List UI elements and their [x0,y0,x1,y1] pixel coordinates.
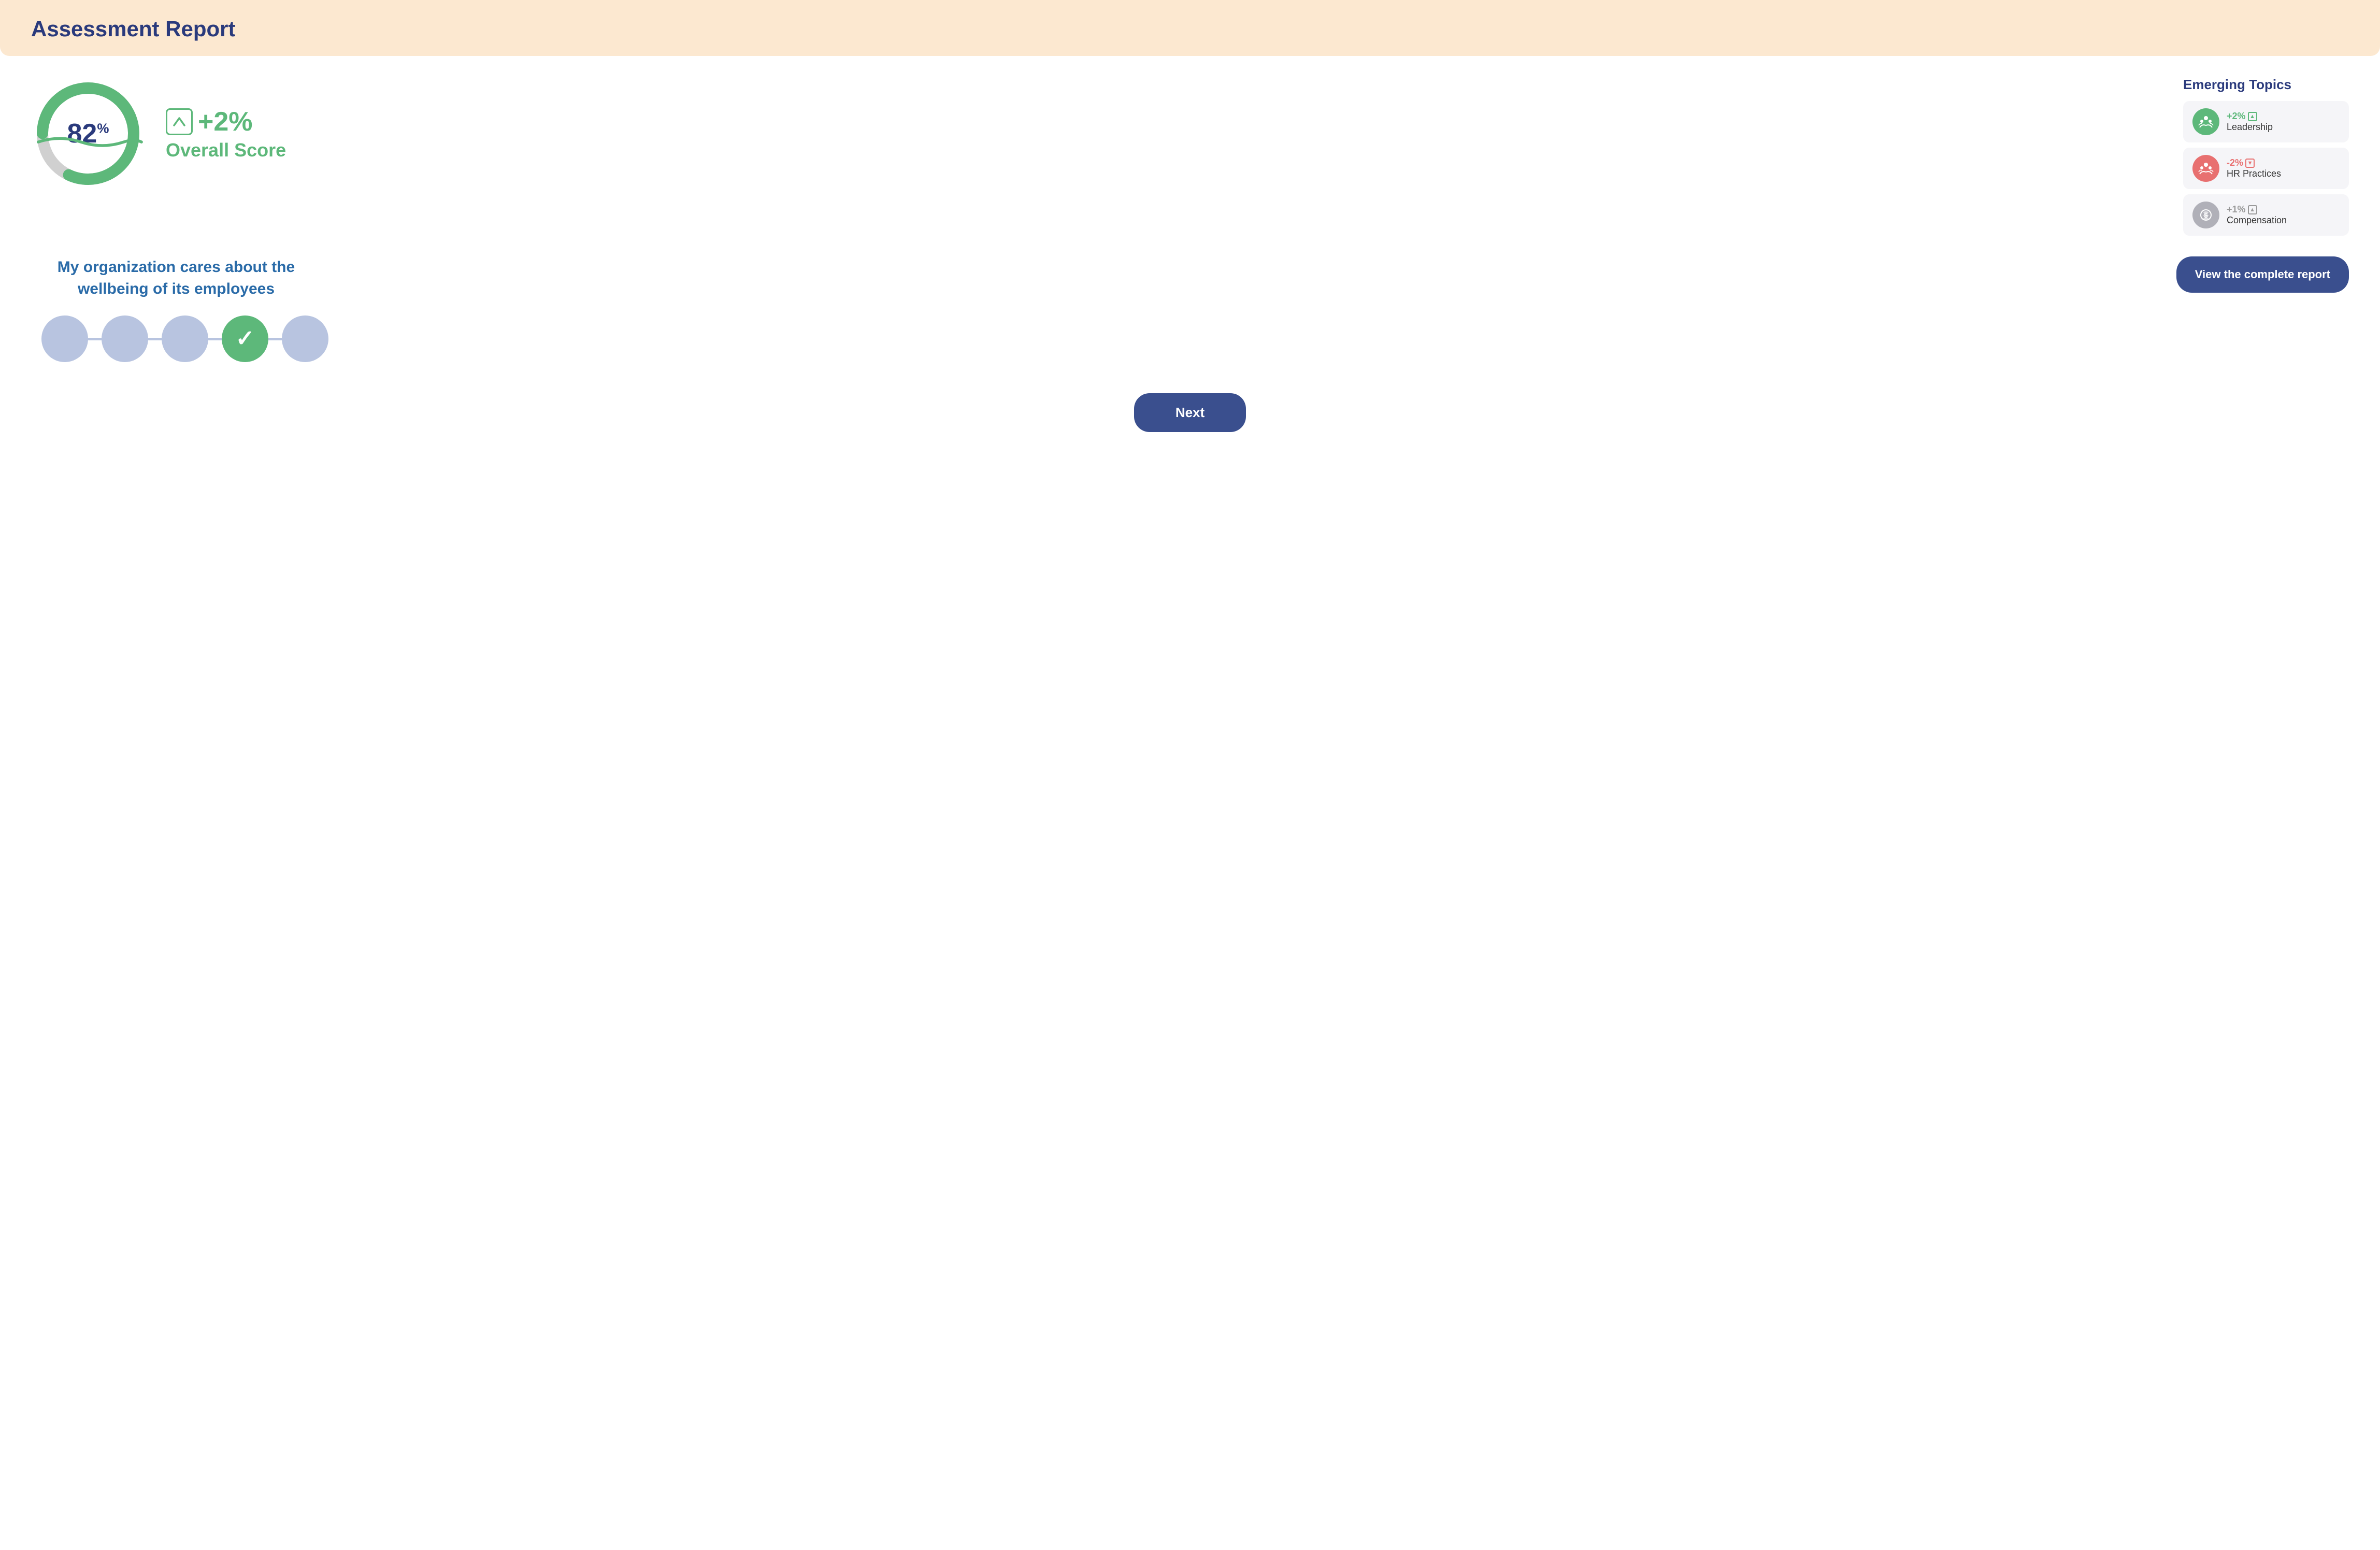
dot-3[interactable] [162,315,208,362]
dot-2[interactable] [102,315,148,362]
score-change: +2% [198,106,253,137]
hr-text: -2% ▼ HR Practices [2227,157,2281,179]
underline-decoration [31,83,145,197]
emerging-item-compensation: $ +1% ▲ Compensation [2183,194,2349,236]
connector-1 [87,338,103,340]
compensation-name: Compensation [2227,215,2287,226]
compensation-up-icon: ▲ [2248,205,2257,214]
hr-change: -2% ▼ [2227,157,2281,168]
connector-3 [207,338,223,340]
score-up-icon [166,108,193,135]
compensation-text: +1% ▲ Compensation [2227,204,2287,226]
header-banner: Assessment Report [0,0,2380,56]
dot-1[interactable] [41,315,88,362]
emerging-item-hr: -2% ▼ HR Practices [2183,148,2349,189]
emerging-topics-section: Emerging Topics [2183,77,2349,236]
view-report-button[interactable]: View the complete report [2176,256,2349,293]
bottom-section: My organization cares about the wellbein… [31,256,2349,362]
question-text: My organization cares about the wellbein… [31,256,321,300]
leadership-change: +2% ▲ [2227,111,2273,122]
page-title: Assessment Report [31,17,2349,41]
compensation-icon: $ [2192,202,2219,228]
main-content: 82% +2% Overall Score [0,56,2380,1550]
leadership-icon [2192,108,2219,135]
next-btn-container: Next [31,393,2349,432]
checkmark-icon: ✓ [236,327,255,350]
leadership-name: Leadership [2227,122,2273,133]
donut-chart: 82% [31,77,145,191]
left-score-area: 82% +2% Overall Score [31,77,286,191]
hr-icon [2192,155,2219,182]
connector-2 [147,338,163,340]
emerging-item-leadership: +2% ▲ Leadership [2183,101,2349,142]
compensation-change: +1% ▲ [2227,204,2287,215]
top-row: 82% +2% Overall Score [31,77,2349,236]
dot-4-selected[interactable]: ✓ [222,315,268,362]
emerging-title: Emerging Topics [2183,77,2349,93]
score-label: Overall Score [166,139,286,161]
dot-scale: ✓ [31,315,2145,362]
next-button[interactable]: Next [1134,393,1246,432]
hr-name: HR Practices [2227,168,2281,179]
score-info: +2% Overall Score [166,106,286,161]
right-side: View the complete report [2176,256,2349,293]
connector-4 [267,338,283,340]
score-badge: +2% [166,106,253,137]
dot-5[interactable] [282,315,328,362]
hr-down-icon: ▼ [2245,159,2255,168]
emerging-list: +2% ▲ Leadership [2183,101,2349,236]
question-side: My organization cares about the wellbein… [31,256,2145,362]
leadership-text: +2% ▲ Leadership [2227,111,2273,133]
leadership-up-icon: ▲ [2248,112,2257,121]
